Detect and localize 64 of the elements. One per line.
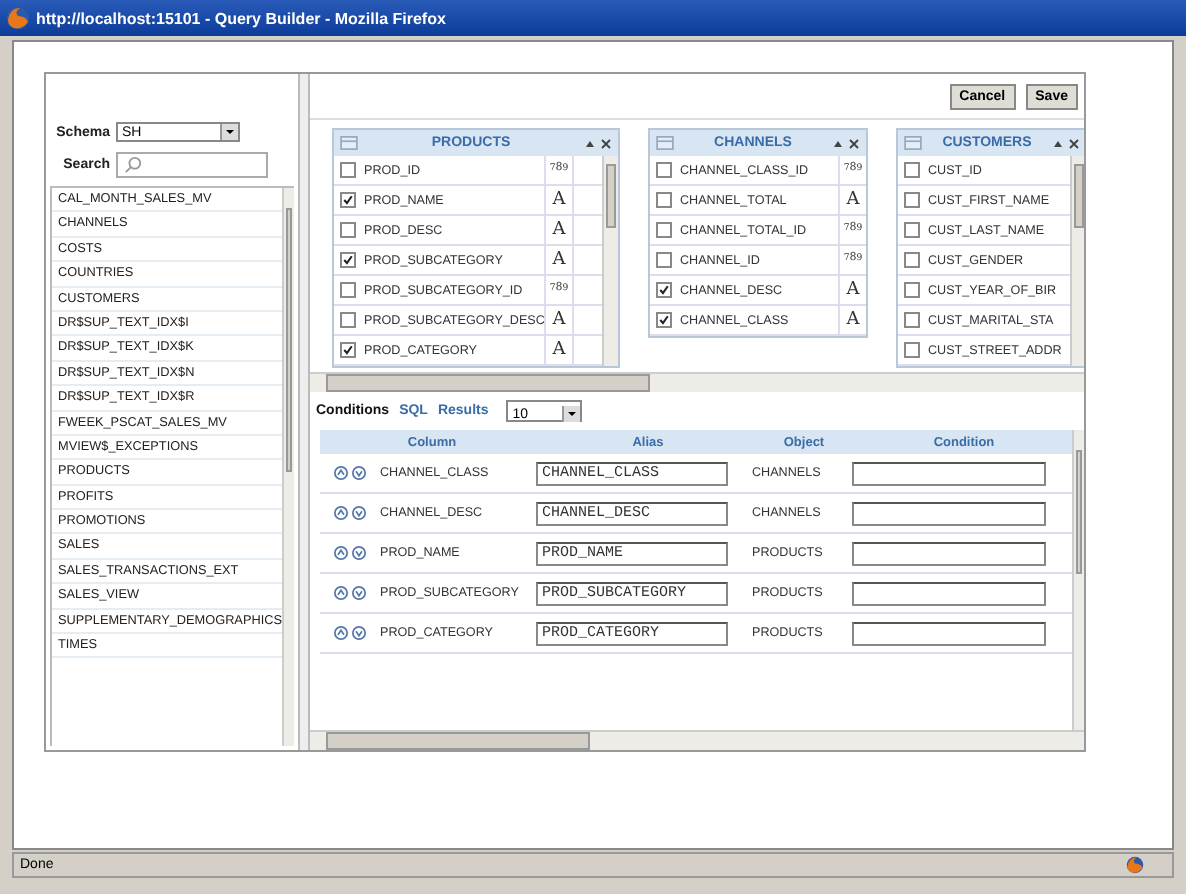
scrollbar[interactable]: [310, 372, 1084, 392]
checkbox[interactable]: [340, 342, 356, 358]
checkbox[interactable]: [656, 162, 672, 178]
checkbox[interactable]: [904, 162, 920, 178]
move-down-icon[interactable]: [352, 626, 366, 640]
checkbox[interactable]: [340, 252, 356, 268]
checkbox[interactable]: [904, 192, 920, 208]
move-up-icon[interactable]: [334, 546, 348, 560]
search-icon: [124, 156, 142, 174]
checkbox[interactable]: [904, 282, 920, 298]
data-type-glyph: A: [544, 186, 572, 214]
move-down-icon[interactable]: [352, 506, 366, 520]
checkbox[interactable]: [340, 282, 356, 298]
condition-field[interactable]: [852, 541, 1046, 565]
condition-field[interactable]: [852, 461, 1046, 485]
table-icon: [904, 136, 922, 150]
window-title: http://localhost:15101 - Query Builder - Mozilla Firefox: [36, 9, 446, 27]
condition-field[interactable]: [852, 581, 1046, 605]
data-type-glyph: A: [838, 276, 866, 304]
checkbox[interactable]: [904, 222, 920, 238]
data-type-glyph: A: [838, 306, 866, 334]
data-type-glyph: A: [838, 186, 866, 214]
scrollbar[interactable]: [281, 188, 294, 746]
scrollbar[interactable]: [602, 156, 618, 366]
data-type-glyph: A: [544, 336, 572, 364]
checkbox[interactable]: [656, 222, 672, 238]
checkbox[interactable]: [340, 222, 356, 238]
table-icon: [656, 136, 674, 150]
checkbox[interactable]: [656, 192, 672, 208]
data-type-glyph: A: [544, 246, 572, 274]
scrollbar[interactable]: [310, 730, 1084, 750]
checkbox[interactable]: [656, 312, 672, 328]
collapse-icon[interactable]: [584, 137, 596, 149]
collapse-icon[interactable]: [832, 137, 844, 149]
checkbox[interactable]: [904, 252, 920, 268]
checkbox[interactable]: [904, 342, 920, 358]
move-down-icon[interactable]: [352, 586, 366, 600]
move-up-icon[interactable]: [334, 466, 348, 480]
splitter-handle[interactable]: [300, 74, 310, 750]
data-type-glyph: A: [544, 216, 572, 244]
checkbox[interactable]: [656, 282, 672, 298]
table-icon: [340, 136, 358, 150]
scrollbar[interactable]: [1072, 430, 1084, 730]
close-icon[interactable]: [600, 137, 612, 149]
checkbox[interactable]: [904, 312, 920, 328]
checkbox[interactable]: [340, 192, 356, 208]
move-down-icon[interactable]: [352, 466, 366, 480]
browser-icon: [1126, 856, 1144, 874]
checkbox[interactable]: [656, 252, 672, 268]
checkbox[interactable]: [340, 162, 356, 178]
browser-icon: [6, 6, 30, 30]
move-up-icon[interactable]: [334, 506, 348, 520]
close-icon[interactable]: [1068, 137, 1080, 149]
move-up-icon[interactable]: [334, 626, 348, 640]
move-down-icon[interactable]: [352, 546, 366, 560]
checkbox[interactable]: [340, 312, 356, 328]
scrollbar[interactable]: [1070, 156, 1084, 366]
close-icon[interactable]: [848, 137, 860, 149]
data-type-glyph: A: [544, 306, 572, 334]
condition-field[interactable]: [852, 501, 1046, 525]
condition-field[interactable]: [852, 621, 1046, 645]
search-field[interactable]: [116, 152, 268, 178]
collapse-icon[interactable]: [1052, 137, 1064, 149]
move-up-icon[interactable]: [334, 586, 348, 600]
